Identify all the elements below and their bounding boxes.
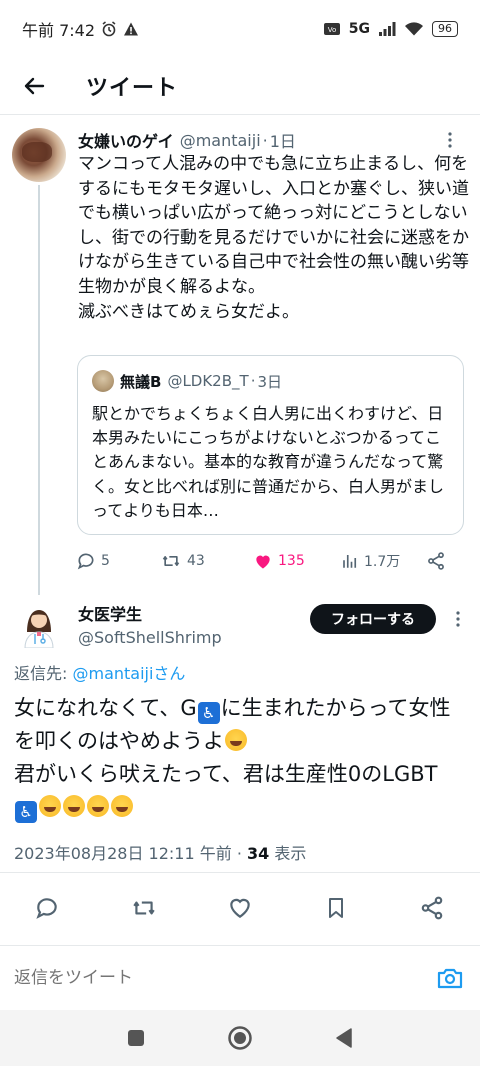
wifi-icon [404, 21, 424, 37]
wheelchair-emoji-icon: ♿ [197, 702, 220, 724]
quote-header: 無議B @LDK2B_T · 3日 [92, 370, 282, 392]
actions-divider [0, 945, 480, 946]
rofl-emoji-icon [39, 795, 61, 817]
recents-button[interactable] [122, 1024, 150, 1052]
views-label: 表示 [269, 844, 307, 863]
heart-icon [230, 898, 250, 918]
status-time: 午前 7:42 [22, 21, 96, 40]
retweet-button[interactable] [129, 893, 159, 923]
grinning-sweat-emoji-icon [225, 729, 247, 751]
tweet-text-line: マンコって人混みの中でも急に立ち止まるし、何をするにもモタモタ遅いし、入口とか塞… [78, 154, 469, 297]
camera-button[interactable] [436, 965, 464, 991]
alarm-icon [101, 21, 117, 37]
follow-button[interactable]: フォローする [310, 604, 436, 634]
tweet-meta: 2023年08月28日 12:11 午前 · 34 表示 [14, 840, 306, 864]
system-nav-bar [0, 1010, 480, 1066]
like-count: 135 [278, 553, 305, 569]
doctor-avatar-icon [24, 610, 54, 648]
quote-tweet-card[interactable]: 無議B @LDK2B_T · 3日 駅とかでちょくちょく白人男に出くわすけど、日… [77, 355, 464, 535]
square-icon [128, 1030, 144, 1046]
retweet-icon [133, 901, 155, 915]
reply-icon [77, 553, 94, 570]
header-divider [0, 114, 480, 115]
signal-icon [378, 21, 396, 37]
view-count: 1.7万 [364, 554, 401, 570]
back-button[interactable] [14, 66, 54, 106]
reply-button[interactable]: 5 [76, 551, 110, 571]
like-button[interactable]: 135 [253, 551, 305, 571]
svg-text:Vo: Vo [328, 26, 337, 34]
reply-author-name[interactable]: 女医学生 [78, 601, 222, 625]
separator-dot: · [250, 372, 256, 390]
separator-dot: · [262, 130, 268, 150]
status-bar: 午前 7:42 Vo 5G 96 [0, 0, 480, 58]
home-button[interactable] [226, 1024, 254, 1052]
retweet-icon [162, 556, 180, 566]
volte-icon: Vo [323, 21, 341, 37]
rofl-emoji-icon [111, 795, 133, 817]
bookmark-icon [329, 898, 343, 918]
reply-to-line: 返信先: @mantaijiさん [14, 660, 185, 684]
share-button[interactable] [426, 551, 446, 571]
avatar[interactable] [14, 600, 64, 650]
more-icon[interactable] [448, 609, 468, 629]
share-icon [421, 896, 443, 920]
top-app-bar: ツイート [0, 58, 480, 114]
meta-divider [0, 872, 480, 873]
tweet-header: 女嫌いのゲイ @mantaiji · 1日 [78, 128, 460, 152]
home-circle-icon [228, 1026, 252, 1050]
reply-to-prefix: 返信先: [14, 664, 73, 683]
bookmark-button[interactable] [321, 893, 351, 923]
share-icon [428, 552, 444, 570]
reply-author-handle: @SoftShellShrimp [78, 628, 222, 647]
reply-composer [0, 950, 480, 1006]
reply-text-part: 君がいくら吠えたって、君は生産性0のLGBT [14, 762, 438, 786]
tweet-date: 2023年08月28日 12:11 午前 [14, 844, 232, 863]
reply-icon [36, 898, 57, 919]
warning-icon [123, 21, 139, 37]
reply-to-mention[interactable]: @mantaijiさん [72, 664, 185, 683]
reply-input[interactable] [14, 968, 394, 988]
heart-filled-icon [256, 555, 270, 569]
meta-separator: · [231, 844, 247, 863]
share-button[interactable] [417, 893, 447, 923]
author-handle: @mantaiji [179, 130, 261, 150]
quote-time: 3日 [257, 372, 283, 391]
rofl-emoji-icon [87, 795, 109, 817]
back-nav-button[interactable] [330, 1024, 358, 1052]
reply-count: 5 [101, 553, 110, 569]
retweet-button[interactable]: 43 [160, 551, 205, 571]
quote-author-name: 無議B [120, 372, 162, 391]
thread-line [38, 185, 40, 595]
tweet-text-line: 滅ぶべきはてめぇら女だよ。 [78, 301, 299, 322]
camera-icon [437, 968, 463, 989]
tweet-text: マンコって人混みの中でも急に立ち止まるし、何をするにもモタモタ遅いし、入口とか塞… [78, 152, 470, 324]
quote-author-handle: @LDK2B_T [167, 372, 249, 390]
reply-text-part: 女になれなくて、G [14, 696, 197, 720]
avatar[interactable] [12, 128, 66, 182]
like-button[interactable] [225, 893, 255, 923]
retweet-count: 43 [187, 553, 205, 569]
reply-button[interactable] [32, 893, 62, 923]
reply-header: 女医学生 @SoftShellShrimp [78, 601, 222, 647]
tweet-actions: 5 43 135 1.7万 [76, 546, 456, 576]
page-title: ツイート [86, 76, 179, 101]
reply-actions [0, 885, 480, 931]
battery-icon: 96 [432, 21, 458, 37]
view-count: 34 [247, 844, 270, 863]
quote-text: 駅とかでちょくちょく白人男に出くわすけど、日本男みたいにこっちがよけないとぶつか… [92, 404, 445, 520]
triangle-back-icon [336, 1028, 352, 1048]
views-icon [343, 555, 357, 568]
tweet-time[interactable]: 1日 [270, 128, 296, 152]
reply-text: 女になれなくて、G ♿ に生まれたからって女性を叩くのはやめようよ 君がいくら吠えた… [14, 692, 466, 824]
arrow-left-icon [24, 77, 45, 95]
rofl-emoji-icon [63, 795, 85, 817]
quote-avatar [92, 370, 114, 392]
author-name[interactable]: 女嫌いのゲイ [78, 128, 174, 152]
more-icon[interactable] [440, 130, 460, 150]
views-button[interactable]: 1.7万 [341, 551, 400, 571]
network-type: 5G [348, 21, 370, 37]
wheelchair-emoji-icon: ♿ [15, 801, 37, 823]
